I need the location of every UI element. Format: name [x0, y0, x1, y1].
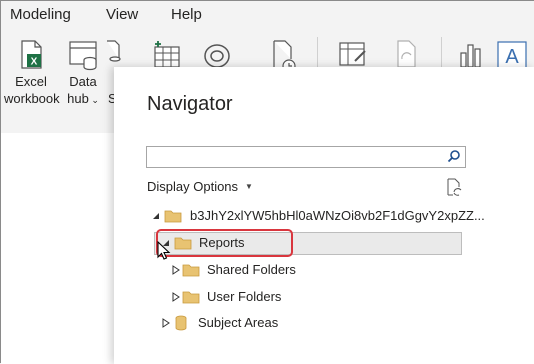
excel-workbook-button[interactable]: X Excel workbook	[4, 39, 60, 107]
highlight-annotation	[156, 229, 293, 257]
mouse-cursor-icon	[157, 241, 171, 260]
caret-down-icon: ▼	[245, 182, 253, 191]
menu-bar: Modeling View Help	[1, 1, 534, 31]
data-hub-label-2-text: hub	[67, 91, 89, 106]
collapsed-triangle-icon[interactable]	[172, 265, 180, 275]
refresh-preview-icon[interactable]	[445, 178, 463, 196]
tree-item-label: Subject Areas	[198, 315, 279, 330]
excel-workbook-label-1: Excel	[15, 74, 47, 89]
excel-workbook-label-2: workbook	[4, 91, 60, 106]
tree-item-label: Shared Folders	[207, 262, 296, 277]
chevron-down-icon: ⌄	[88, 95, 99, 105]
display-options-dropdown[interactable]: Display Options ▼	[147, 179, 253, 194]
svg-text:X: X	[31, 57, 38, 68]
collapsed-triangle-icon[interactable]	[172, 292, 180, 302]
search-input[interactable]	[146, 146, 466, 168]
menu-view[interactable]: View	[106, 6, 138, 23]
expanded-triangle-icon[interactable]	[152, 212, 160, 220]
display-options-label: Display Options	[147, 179, 239, 194]
navigator-dialog: Navigator Display Options ▼ b3JhY2xlYW5hb…	[114, 67, 534, 364]
tree-root-label: b3JhY2xlYW5hbHl0aWNzOi8vb2F1dGgvY2xpZZ..…	[190, 208, 485, 223]
svg-text:A: A	[505, 46, 519, 68]
dialog-title: Navigator	[147, 93, 233, 115]
folder-icon	[182, 291, 200, 304]
collapsed-triangle-icon[interactable]	[162, 318, 170, 328]
menu-help[interactable]: Help	[171, 6, 202, 23]
folder-icon	[164, 210, 182, 223]
tree-item-label: User Folders	[207, 289, 282, 304]
excel-workbook-icon: X	[21, 40, 42, 69]
folder-icon	[182, 264, 200, 277]
database-icon	[175, 315, 187, 331]
data-hub-icon	[69, 41, 97, 71]
menu-modeling[interactable]: Modeling	[10, 6, 71, 23]
search-icon[interactable]	[447, 149, 461, 163]
